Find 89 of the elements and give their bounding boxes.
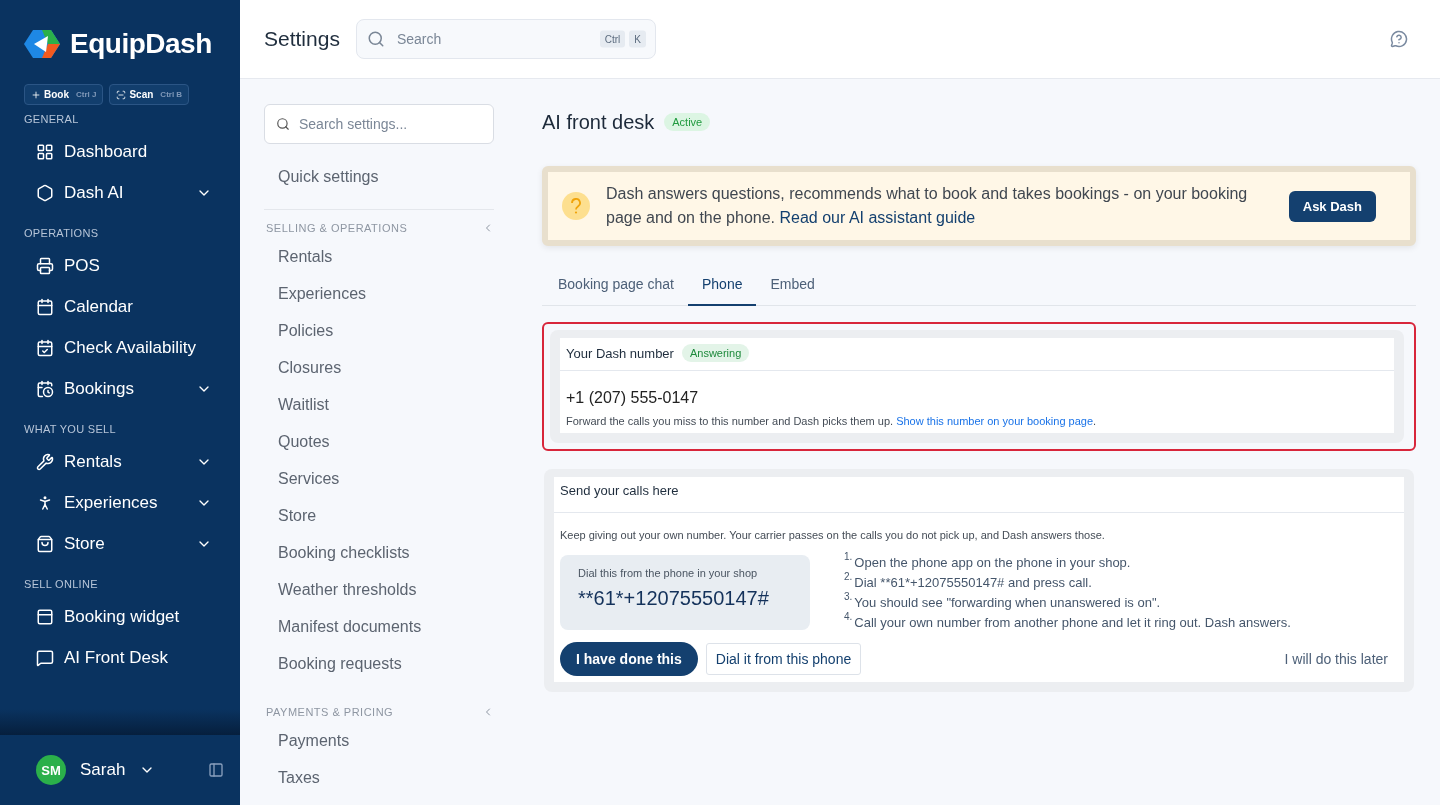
section-title: PAYMENTS & PRICING (266, 706, 394, 718)
settings-nav-item[interactable]: Taxes (264, 759, 518, 796)
section-heading: AI front desk (542, 110, 655, 134)
nav-item[interactable]: Check Availability (24, 327, 216, 368)
nav-item[interactable]: Booking widget (24, 596, 216, 637)
nav-item[interactable]: Experiences (24, 482, 216, 523)
question-icon (562, 192, 590, 220)
quick-action-button[interactable]: Book Ctrl J (24, 84, 104, 105)
later-link[interactable]: I will do this later (1284, 651, 1388, 667)
calendar-clock-icon (36, 379, 54, 398)
step-text: Open the phone app on the phone in your shop. (854, 555, 1131, 570)
nav-item[interactable]: AI Front Desk (24, 637, 216, 678)
settings-nav-item[interactable]: Booking requests (264, 645, 518, 682)
section-title: SELL ONLINE (24, 578, 99, 590)
nav-item[interactable]: POS (24, 245, 216, 286)
key-cap: Ctrl (599, 30, 626, 48)
settings-nav-item[interactable]: Store (264, 497, 518, 534)
phone-number: +1 (207) 555-0147 (566, 389, 700, 407)
step-number: 2. (844, 571, 853, 584)
card-note: Forward the calls you miss to this number and Dash picks them up. Show this number on your booking page. (566, 415, 1098, 427)
booking-page-link[interactable]: Show this number on your booking page (896, 415, 1094, 427)
nav-item[interactable]: Dash AI (24, 172, 216, 213)
window-icon (36, 607, 54, 626)
logo-icon (24, 28, 60, 60)
step-number: 1. (844, 551, 853, 564)
settings-nav-item[interactable]: Waitlist (264, 386, 518, 423)
settings-nav-item[interactable]: Quotes (264, 423, 518, 460)
brand-name: EquipDash (70, 28, 212, 60)
settings-nav-item[interactable]: Weather thresholds (264, 571, 518, 608)
banner-text: Dash answers questions, recommends what to book and takes bookings - on your booking page and on the phone. Read our AI assistant guide (606, 184, 1249, 228)
card-title: Send your calls here (560, 483, 679, 498)
bag-icon (36, 534, 54, 553)
plus-icon (31, 89, 41, 100)
step-text: Dial **61*+12075550147# and press call. (854, 575, 1092, 590)
settings-nav-item[interactable]: Manifest documents (264, 608, 518, 645)
calendar-icon (36, 297, 54, 316)
nav-item[interactable]: Calendar (24, 286, 216, 327)
page-title: Settings (264, 27, 340, 51)
card-title: Your Dash number (566, 345, 674, 361)
step-number: 4. (844, 611, 853, 624)
dial-button[interactable]: Dial it from this phone (705, 643, 862, 675)
settings-nav-item[interactable]: Booking checklists (264, 534, 518, 571)
hexagon-icon (36, 183, 54, 202)
done-button[interactable]: I have done this (560, 642, 698, 676)
nav-item[interactable]: Dashboard (24, 131, 216, 172)
settings-search-field[interactable]: Search settings... (264, 104, 494, 144)
ask-dash-button[interactable]: Ask Dash (1288, 190, 1376, 222)
shortcut-hint: Ctrl B (160, 90, 183, 99)
calendar-check-icon (36, 338, 54, 357)
settings-nav-item[interactable]: Services (264, 460, 518, 497)
quick-action-button[interactable]: Scan Ctrl B (109, 84, 190, 105)
settings-nav-item[interactable]: Quick settings (264, 158, 518, 195)
section-title: WHAT YOU SELL (24, 423, 117, 435)
guide-link[interactable]: Read our AI assistant guide (779, 209, 976, 226)
search-icon (276, 117, 290, 131)
sidebar-toggle-icon[interactable] (208, 762, 224, 778)
step-text: Call your own number from another phone and let it ring out. Dash answers. (854, 615, 1291, 630)
status-badge: Answering (681, 344, 750, 362)
step-text: You should see "forwarding when unanswered is on". (854, 595, 1161, 610)
settings-nav-item[interactable]: Rentals (264, 238, 518, 275)
nav-item[interactable]: Store (24, 523, 216, 564)
settings-nav-item[interactable]: Closures (264, 349, 518, 386)
card-note: Keep giving out your own number. Your carrier passes on the calls you do not pick up, and Dash answers those. (560, 529, 1106, 541)
section-title: SELLING & OPERATIONS (266, 222, 408, 234)
section-title: OPERATIONS (24, 227, 100, 239)
tab[interactable]: Embed (756, 266, 829, 306)
settings-nav-item[interactable]: Policies (264, 312, 518, 349)
user-name[interactable]: Sarah (80, 760, 126, 780)
tab[interactable]: Phone (688, 266, 757, 306)
shortcut-hint: Ctrl J (76, 90, 97, 99)
avatar: SM (36, 755, 66, 785)
tab[interactable]: Booking page chat (544, 266, 688, 306)
dial-caption: Dial this from the phone in your shop (578, 567, 759, 579)
status-badge: Active (664, 113, 711, 131)
key-cap: K (629, 30, 646, 48)
nav-item[interactable]: Rentals (24, 441, 216, 482)
help-icon[interactable] (1390, 30, 1408, 48)
step-number: 3. (844, 591, 853, 604)
settings-nav-item[interactable]: Payments (264, 722, 518, 759)
search-icon (366, 30, 385, 48)
grid-icon (36, 142, 54, 161)
printer-icon (36, 256, 54, 275)
nav-item[interactable]: Bookings (24, 368, 216, 409)
section-title: GENERAL (24, 113, 80, 125)
dial-code: **61*+12075550147# (578, 587, 770, 610)
wrench-icon (36, 452, 54, 471)
scan-icon (116, 89, 127, 100)
settings-nav-item[interactable]: Experiences (264, 275, 518, 312)
chat-icon (36, 648, 54, 667)
